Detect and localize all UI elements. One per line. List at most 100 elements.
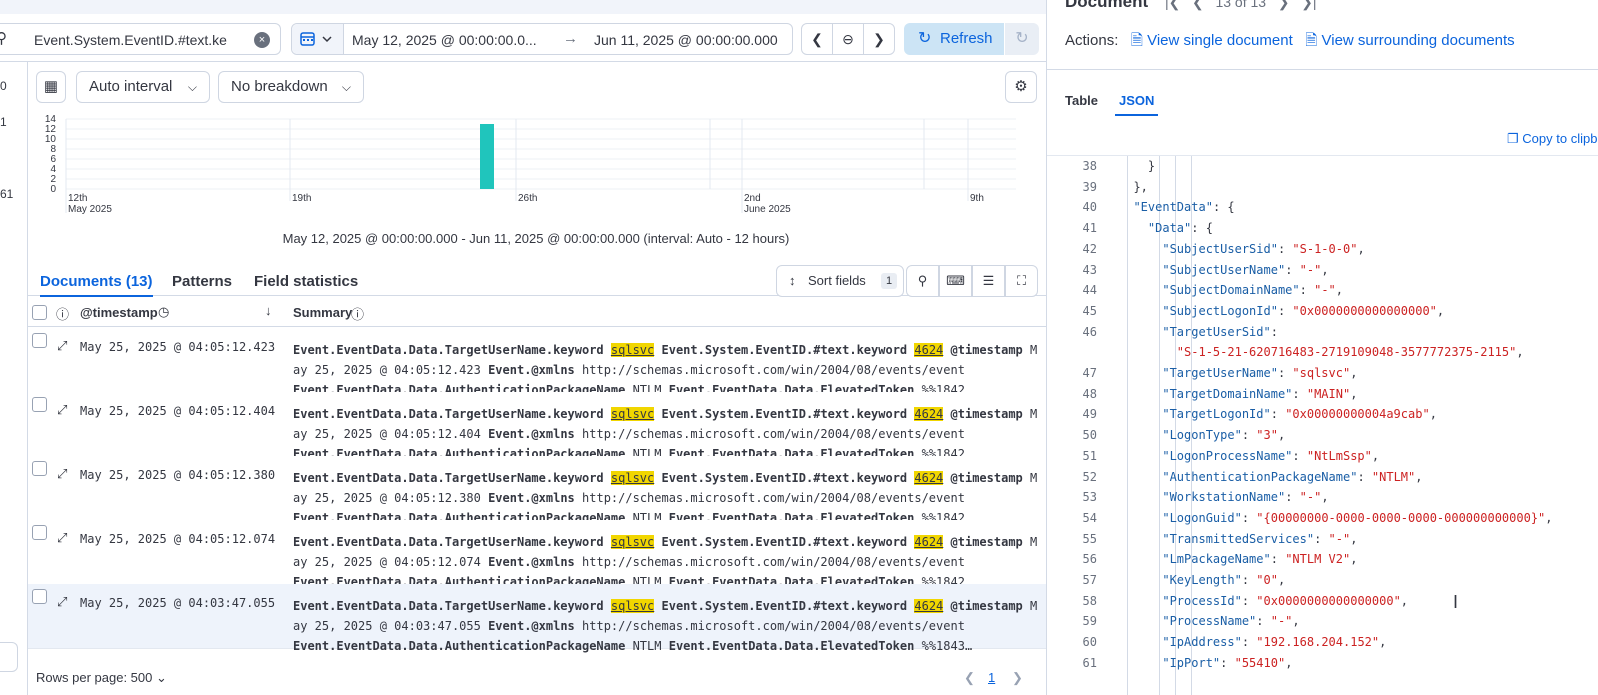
summary-value: NTLM [632,639,662,653]
keyboard-button[interactable]: ⌨ [939,265,972,297]
expand-icon[interactable]: ⤢ [57,338,67,354]
previous-range-button[interactable]: ❮ [801,23,833,55]
search-icon: ⚲ [0,30,7,47]
tab-field-statistics[interactable]: Field statistics [254,273,358,290]
calendar-icon [300,32,332,46]
summary-value: M [1030,471,1038,485]
chevron-left-icon: ❮ [811,31,823,47]
json-code: "SubjectLogonId": "0x0000000000000000", [1162,303,1445,318]
search-input[interactable]: ⚲ Event.System.EventID.#text.ke × [0,23,281,55]
breakdown-label: No breakdown [231,78,328,95]
display-settings-button[interactable]: ☰ [972,265,1005,297]
tab-json[interactable]: JSON [1115,93,1159,116]
actions-label: Actions: [1065,32,1119,49]
end-date[interactable]: Jun 11, 2025 @ 00:00:00.000 [594,32,778,48]
summary-field: Event.System.EventID.#text.keyword [661,343,908,357]
column-header-summary[interactable]: Summary [293,305,352,320]
json-line: 39 }, [1047,177,1598,198]
sort-fields-button[interactable]: ↕ Sort fields 1 [776,265,904,297]
json-code: "TargetUserName": "sqlsvc", [1162,366,1358,380]
chart-settings-button[interactable]: ⚙ [1005,71,1037,103]
row-checkbox[interactable] [32,525,47,540]
prev-doc-icon[interactable]: ❮ [1192,0,1204,10]
clock-icon: ◷ [158,304,170,319]
expand-icon[interactable]: ⤢ [57,594,67,610]
summary-highlight: sqlsvc [610,471,655,485]
row-checkbox[interactable] [32,589,47,604]
breakdown-select[interactable]: No breakdown ⌵ [218,71,364,103]
rows-per-page-select[interactable]: Rows per page: 500 ⌄ [36,670,167,686]
json-line: 48 "TargetDomainName": "MAIN", [1047,384,1598,405]
histogram-bar[interactable] [480,124,494,189]
expand-icon[interactable]: ⤢ [57,466,67,482]
copy-to-clipboard-button[interactable]: ❐ Copy to clipb [1507,131,1597,147]
next-range-button[interactable]: ❯ [863,23,895,55]
x-tick-label: 12th [68,193,87,204]
expand-icon[interactable]: ⤢ [57,530,67,546]
json-line: 45 "SubjectLogonId": "0x0000000000000000… [1047,301,1598,322]
sort-desc-icon[interactable]: ↓ [265,303,272,318]
sidebar-input[interactable] [0,642,18,672]
first-page-icon[interactable]: |❮ [1165,0,1180,10]
json-code: "EventData": { [1133,200,1235,215]
fullscreen-button[interactable]: ⛶ [1005,265,1038,297]
json-code: "ProcessId": "0x0000000000000000", [1162,593,1409,608]
last-page-icon[interactable]: ❯| [1301,0,1316,10]
json-line: 53 "WorkstationName": "-", [1047,487,1598,508]
zoom-out-button[interactable]: ⊖ [832,23,864,55]
row-checkbox[interactable] [32,461,47,476]
auto-refresh-button[interactable]: ↻ [1005,23,1039,55]
interval-select[interactable]: Auto interval ⌵ [76,71,210,103]
line-number: 61 [1082,655,1097,670]
tab-table[interactable]: Table [1065,93,1098,108]
json-viewer[interactable]: 38 } 39 }, 40 "EventData": {41 "Data": {42… [1047,155,1598,695]
row-checkbox[interactable] [32,397,47,412]
page-number[interactable]: 1 [988,670,995,685]
next-page-icon[interactable]: ❯ [1012,670,1023,686]
column-header-timestamp[interactable]: @timestamp [80,305,158,320]
query-bar: ⚲ Event.System.EventID.#text.ke × May 12… [0,0,1046,62]
refresh-button[interactable]: ↻ Refresh [904,23,1004,55]
summary-field: Event.@xmlns [488,363,575,377]
table-row[interactable]: ⤢ May 25, 2025 @ 04:03:47.055 Event.EventD… [28,584,1046,653]
row-checkbox[interactable] [32,333,47,348]
summary-field: @timestamp [950,407,1023,421]
select-all-checkbox[interactable] [32,305,47,320]
date-picker[interactable]: May 12, 2025 @ 00:00:00.0... → Jun 11, 2… [291,23,793,55]
summary-highlight: 4624 [914,599,944,613]
help-icon[interactable]: ⓘ [351,304,364,323]
line-number: 49 [1082,407,1097,422]
table-row[interactable]: ⤢ May 25, 2025 @ 04:05:12.380 Event.EventD… [28,456,1046,525]
view-single-document-link[interactable]: View single document [1147,32,1293,49]
prev-page-icon[interactable]: ❮ [964,670,975,686]
tab-documents[interactable]: Documents (13) [40,273,153,297]
calendar-button[interactable] [292,24,344,54]
view-surrounding-documents-link[interactable]: View surrounding documents [1322,32,1515,49]
tab-patterns[interactable]: Patterns [172,273,232,290]
table-row[interactable]: ⤢ May 25, 2025 @ 04:05:12.074 Event.EventD… [28,520,1046,589]
search-icon: ⚲ [917,273,928,288]
json-line: 46 "TargetUserSid": [1047,322,1598,343]
expand-icon[interactable]: ⤢ [57,402,67,418]
sliders-icon: ☰ [982,273,995,288]
table-row[interactable]: ⤢ May 25, 2025 @ 04:05:12.404 Event.EventD… [28,392,1046,461]
grid-header: ⓘ @timestamp ◷ ↓ Summary ⓘ [28,297,1046,327]
rows-per-page-label: Rows per page: 500 [36,670,153,685]
clear-icon[interactable]: × [254,32,270,48]
histogram-caption: May 12, 2025 @ 00:00:00.000 - Jun 11, 20… [282,231,790,246]
json-code: "TargetLogonId": "0x00000000004a9cab", [1162,407,1437,422]
chart-options-button[interactable]: ▦ [36,71,66,103]
text-cursor-icon: I [1453,592,1459,612]
json-code: "SubjectUserSid": "S-1-0-0", [1162,241,1365,256]
flyout-actions: Actions: 🗎 View single document 🗎 View s… [1065,30,1515,55]
table-row[interactable]: ⤢ May 25, 2025 @ 04:05:12.423 Event.EventD… [28,328,1046,397]
json-line: "S-1-5-21-620716483-2719109048-357777237… [1047,342,1598,363]
json-line: 47 "TargetUserName": "sqlsvc", [1047,363,1598,384]
chevron-down-icon: ⌄ [155,670,167,685]
info-icon[interactable]: ⓘ [56,304,69,323]
summary-value: ay 25, 2025 @ 04:05:12.423 [293,363,481,377]
json-code: "SubjectUserName": "-", [1162,262,1329,277]
start-date[interactable]: May 12, 2025 @ 00:00:00.0... [352,32,537,48]
search-in-grid-button[interactable]: ⚲ [906,265,939,297]
next-doc-icon[interactable]: ❯ [1278,0,1290,10]
